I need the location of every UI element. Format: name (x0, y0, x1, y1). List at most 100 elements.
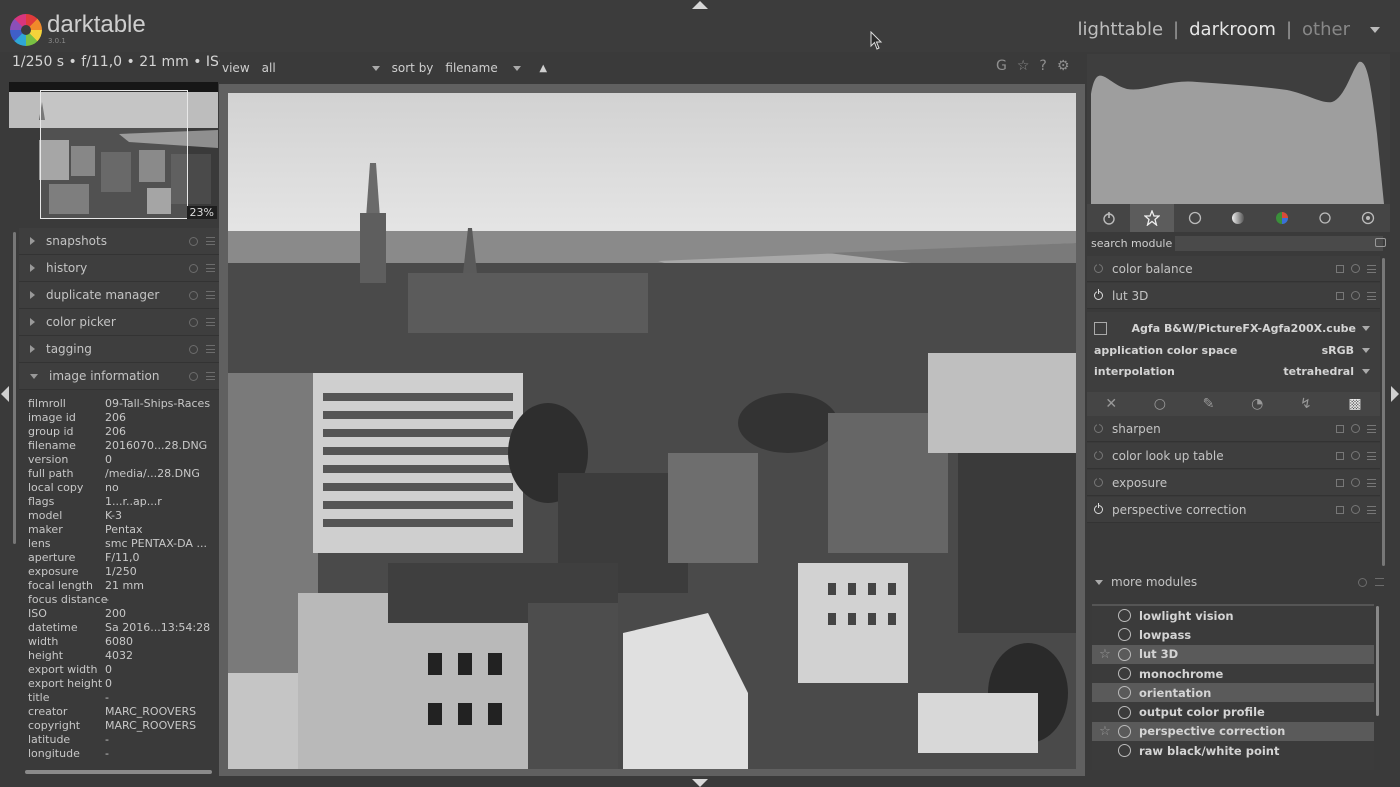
chevron-down-icon[interactable] (1362, 368, 1370, 374)
more-module-item[interactable]: lowpass (1092, 625, 1374, 644)
interpolation-value[interactable]: tetrahedral (1283, 365, 1354, 378)
view-filter-dropdown[interactable]: all (262, 61, 372, 75)
left-panel-scrollbar[interactable] (13, 232, 16, 544)
group-effect-tab[interactable] (1347, 204, 1390, 232)
presets-menu-icon[interactable] (1367, 505, 1376, 514)
chevron-down-icon[interactable] (513, 65, 522, 71)
module-sharpen[interactable]: sharpen (1087, 416, 1380, 442)
presets-menu-icon[interactable] (206, 345, 215, 353)
sort-by-dropdown[interactable]: filename (445, 61, 513, 75)
multi-instance-icon[interactable] (1336, 505, 1344, 514)
preferences-gear-icon[interactable]: ⚙ (1057, 58, 1070, 74)
more-module-item[interactable]: monochrome (1092, 664, 1374, 683)
blend-off-icon[interactable]: ✕ (1105, 396, 1117, 412)
sort-order-toggle[interactable]: ▲ (539, 63, 547, 74)
presets-menu-icon[interactable] (1367, 424, 1376, 433)
help-icon[interactable]: ? (1039, 58, 1046, 74)
main-photo[interactable] (228, 93, 1076, 769)
reset-icon[interactable] (1358, 577, 1367, 587)
reset-icon[interactable] (189, 344, 198, 354)
reset-icon[interactable] (189, 371, 198, 381)
reset-icon[interactable] (1351, 291, 1360, 300)
presets-menu-icon[interactable] (206, 264, 215, 272)
clear-search-icon[interactable] (1375, 238, 1386, 247)
module-color-balance[interactable]: color balance (1087, 256, 1380, 282)
multi-instance-icon[interactable] (1336, 451, 1344, 460)
more-module-item[interactable]: raw black/white point (1092, 741, 1374, 760)
reset-icon[interactable] (1351, 424, 1360, 433)
grouping-icon[interactable]: G (996, 58, 1007, 74)
module-image-information[interactable]: image information (19, 363, 219, 390)
presets-menu-icon[interactable] (1367, 478, 1376, 487)
navigation-view-rectangle[interactable] (40, 90, 188, 219)
search-module-input[interactable] (1175, 235, 1383, 251)
info-horizontal-scrollbar[interactable] (25, 770, 212, 774)
group-color-tab[interactable] (1260, 204, 1303, 232)
raster-mask-icon[interactable]: ▩ (1348, 396, 1361, 412)
view-other[interactable]: other (1302, 19, 1350, 40)
more-module-item[interactable]: lowlight vision (1092, 606, 1374, 625)
presets-menu-icon[interactable] (206, 291, 215, 299)
group-favorites-tab[interactable] (1130, 204, 1174, 232)
reset-icon[interactable] (1351, 478, 1360, 487)
multi-instance-icon[interactable] (1336, 291, 1344, 300)
reset-icon[interactable] (189, 317, 198, 327)
collapse-right-panel-icon[interactable] (1391, 386, 1399, 402)
zoom-level[interactable]: 23% (186, 206, 217, 219)
reset-icon[interactable] (189, 263, 198, 273)
more-module-item[interactable]: ☆ perspective correction (1092, 721, 1374, 742)
chevron-down-icon[interactable] (1362, 325, 1370, 331)
multi-instance-icon[interactable] (1336, 478, 1344, 487)
more-modules-scrollbar[interactable] (1376, 606, 1379, 716)
favorite-star-icon[interactable]: ☆ (1096, 647, 1114, 662)
reset-icon[interactable] (1351, 451, 1360, 460)
collapse-bottom-arrow-icon[interactable] (692, 779, 708, 787)
chevron-down-icon[interactable] (1362, 347, 1370, 353)
module-color-picker[interactable]: color picker (19, 309, 219, 336)
drawn-mask-icon[interactable]: ✎ (1203, 396, 1215, 412)
view-lighttable[interactable]: lighttable (1078, 19, 1163, 40)
power-icon[interactable] (1094, 262, 1103, 273)
navigation-thumbnail[interactable]: 23% (9, 82, 218, 219)
parametric-mask-icon[interactable]: ◔ (1251, 396, 1263, 412)
right-panel-scrollbar[interactable] (1382, 258, 1385, 566)
more-module-item[interactable]: output color profile (1092, 702, 1374, 721)
group-base-tab[interactable] (1174, 204, 1217, 232)
presets-menu-icon[interactable] (1375, 578, 1384, 586)
reset-icon[interactable] (1351, 264, 1360, 273)
module-history[interactable]: history (19, 255, 219, 282)
power-icon[interactable] (1094, 476, 1103, 487)
presets-menu-icon[interactable] (206, 237, 215, 245)
multi-instance-icon[interactable] (1336, 424, 1344, 433)
reset-icon[interactable] (189, 290, 198, 300)
star-overlay-icon[interactable]: ☆ (1017, 58, 1030, 74)
histogram[interactable] (1087, 54, 1390, 204)
presets-menu-icon[interactable] (206, 318, 215, 326)
lut-file-row[interactable]: Agfa B&W/PictureFX-Agfa200X.cube (1094, 320, 1370, 336)
presets-menu-icon[interactable] (1367, 451, 1376, 460)
file-select-icon[interactable] (1094, 321, 1107, 335)
interpolation-row[interactable]: interpolation tetrahedral (1094, 363, 1370, 379)
more-module-item[interactable]: orientation (1092, 683, 1374, 703)
color-space-value[interactable]: sRGB (1322, 344, 1354, 357)
reset-icon[interactable] (1351, 505, 1360, 514)
power-icon[interactable] (1094, 449, 1103, 460)
lut-file-value[interactable]: Agfa B&W/PictureFX-Agfa200X.cube (1117, 322, 1356, 335)
group-active-tab[interactable] (1087, 204, 1130, 232)
group-correct-tab[interactable] (1303, 204, 1346, 232)
presets-menu-icon[interactable] (206, 372, 215, 380)
drawn-parametric-mask-icon[interactable]: ↯ (1300, 396, 1312, 412)
module-exposure[interactable]: exposure (1087, 470, 1380, 496)
more-module-item[interactable]: ☆ lut 3D (1092, 644, 1374, 664)
view-darkroom[interactable]: darkroom (1189, 19, 1276, 40)
module-duplicate-manager[interactable]: duplicate manager (19, 282, 219, 309)
module-lut-3d[interactable]: lut 3D (1087, 283, 1380, 309)
power-icon[interactable] (1094, 289, 1103, 300)
power-icon[interactable] (1094, 422, 1103, 433)
collapse-top-arrow-icon[interactable] (692, 1, 708, 9)
group-tone-tab[interactable] (1217, 204, 1260, 232)
module-perspective-correction[interactable]: perspective correction (1087, 497, 1380, 523)
presets-menu-icon[interactable] (1367, 291, 1376, 300)
presets-menu-icon[interactable] (1367, 264, 1376, 273)
chevron-down-icon[interactable] (371, 65, 380, 71)
